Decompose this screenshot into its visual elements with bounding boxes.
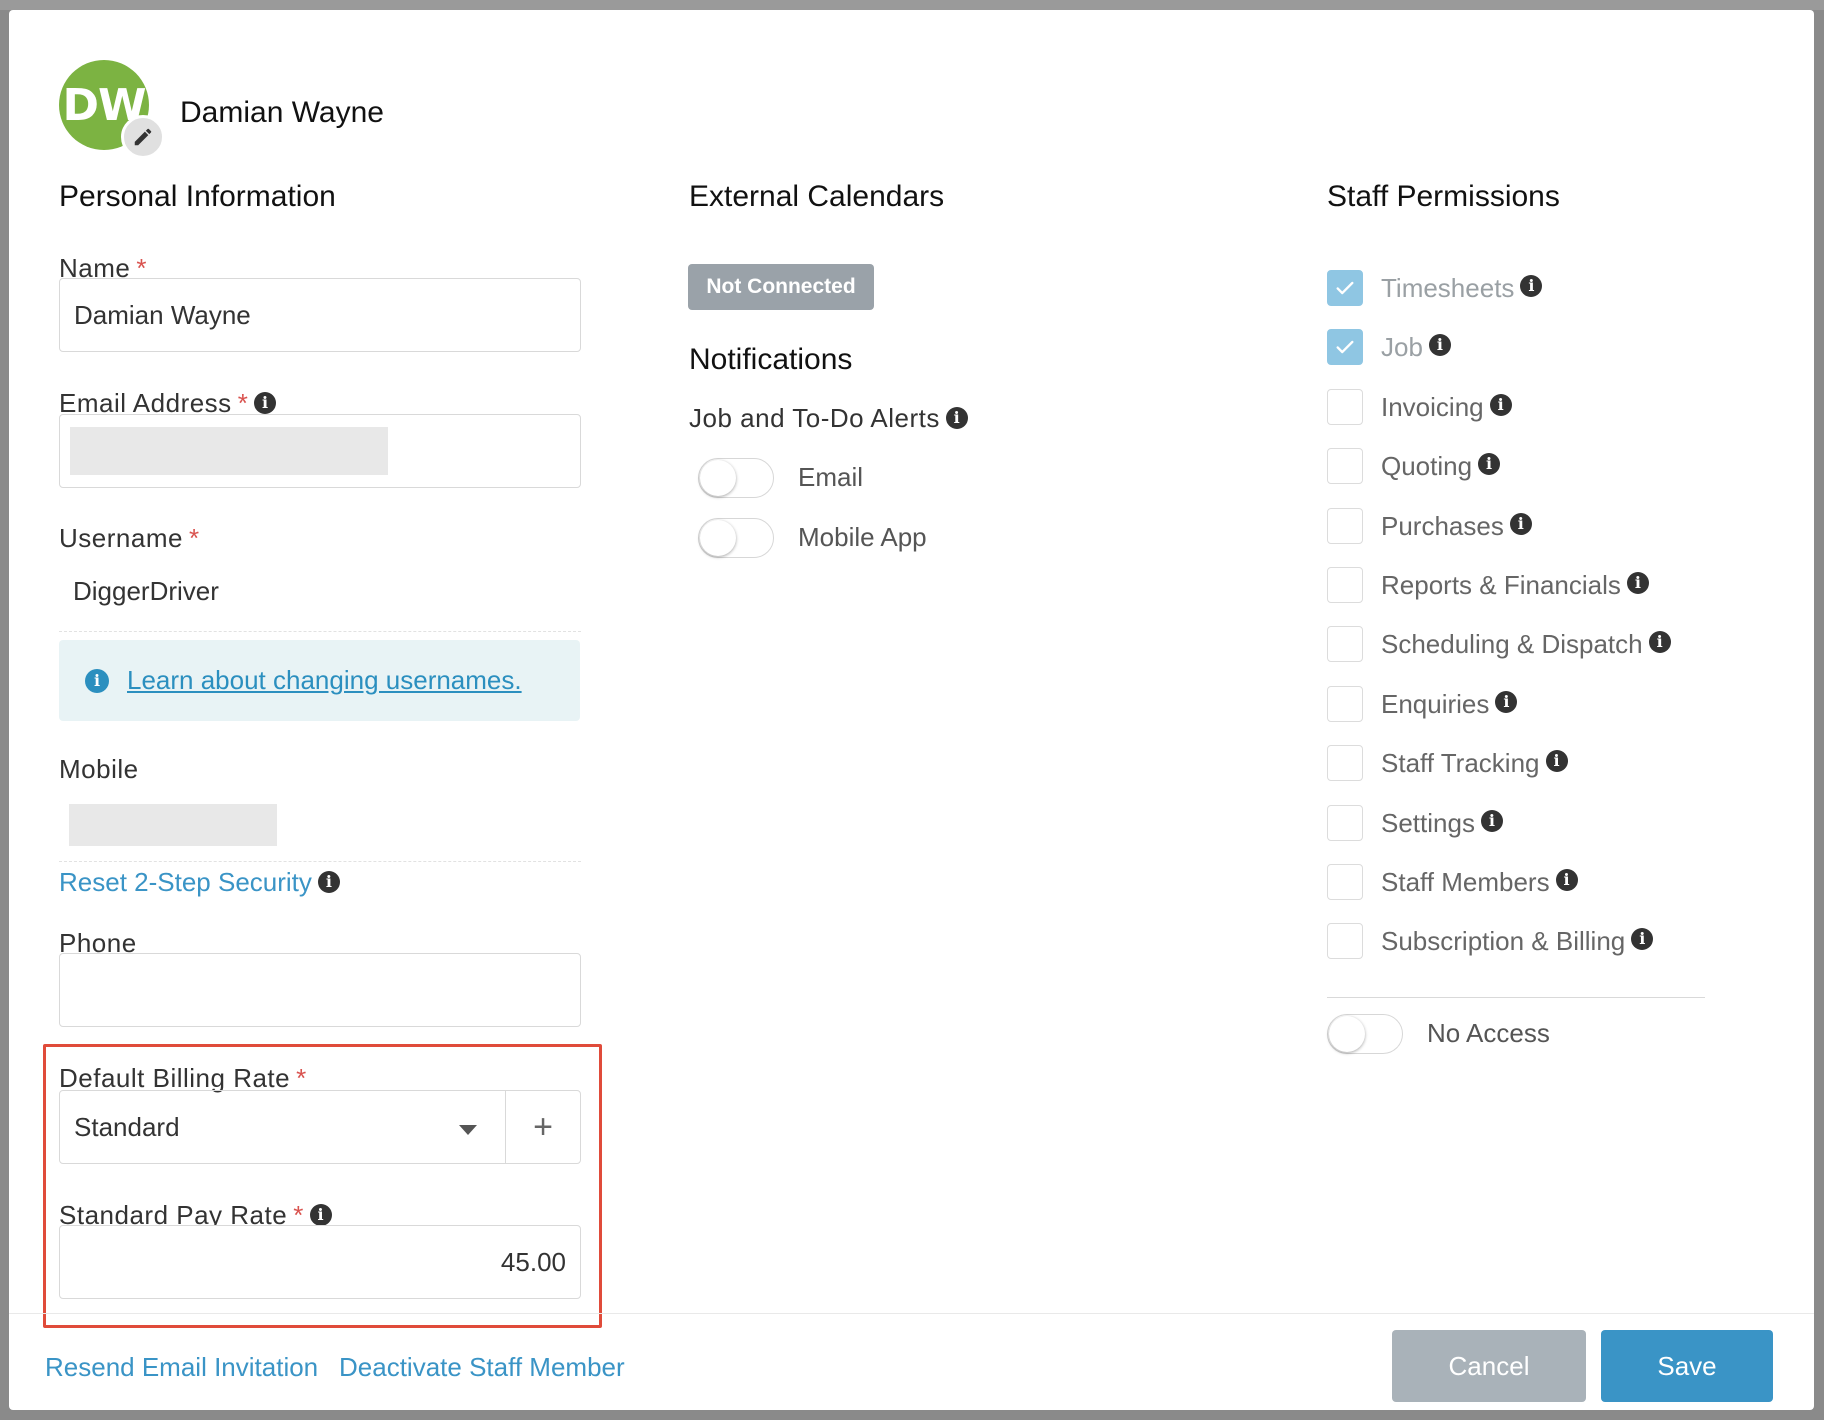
info-icon: i	[85, 668, 109, 693]
permission-item[interactable]: Invoicing i	[1327, 387, 1512, 427]
info-icon[interactable]: i	[1520, 275, 1543, 297]
resend-invitation-link[interactable]: Resend Email Invitation	[45, 1352, 318, 1383]
reset-security-link[interactable]: Reset 2-Step Security i	[59, 867, 340, 898]
info-icon[interactable]: i	[1555, 869, 1578, 891]
permission-item[interactable]: Staff Members i	[1327, 862, 1578, 902]
info-icon[interactable]: i	[1478, 453, 1501, 475]
permission-label: Purchases	[1381, 510, 1504, 541]
avatar-edit-button[interactable]	[121, 115, 165, 159]
permission-checkbox[interactable]	[1327, 389, 1363, 425]
info-icon[interactable]: i	[1626, 572, 1649, 594]
cancel-button[interactable]: Cancel	[1392, 1330, 1586, 1402]
permission-checkbox[interactable]	[1327, 508, 1363, 544]
highlight-box	[43, 1044, 602, 1328]
user-name: Damian Wayne	[180, 96, 384, 129]
external-calendars-title: External Calendars	[689, 180, 945, 213]
permission-label: Subscription & Billing	[1381, 925, 1626, 956]
permission-checkbox[interactable]	[1327, 745, 1363, 781]
info-icon[interactable]: i	[1428, 334, 1451, 356]
info-icon[interactable]: i	[1545, 750, 1568, 772]
permission-label: Settings	[1381, 807, 1475, 838]
info-icon[interactable]: i	[317, 871, 340, 894]
learn-usernames-link[interactable]: Learn about changing usernames.	[127, 665, 522, 696]
mobile-alerts-toggle[interactable]	[698, 518, 774, 558]
permission-label: Quoting	[1381, 450, 1473, 481]
notifications-title: Notifications	[689, 343, 853, 376]
permission-checkbox[interactable]	[1327, 448, 1363, 484]
footer-divider	[9, 1313, 1814, 1314]
email-alerts-label: Email	[798, 462, 864, 492]
permission-checkbox[interactable]	[1327, 329, 1363, 365]
info-icon[interactable]: i	[1489, 394, 1512, 416]
info-icon[interactable]: i	[1480, 810, 1503, 832]
info-icon[interactable]: i	[1509, 513, 1532, 535]
deactivate-staff-link[interactable]: Deactivate Staff Member	[339, 1352, 625, 1383]
email-alerts-toggle[interactable]	[698, 458, 774, 498]
username-label: Username *	[59, 523, 200, 553]
staff-permissions-title: Staff Permissions	[1327, 180, 1560, 213]
permission-checkbox[interactable]	[1327, 864, 1363, 900]
email-input[interactable]	[59, 414, 581, 488]
no-access-toggle[interactable]	[1327, 1014, 1403, 1054]
calendar-status-badge[interactable]: Not Connected	[688, 264, 874, 310]
permission-item[interactable]: Scheduling & Dispatch i	[1327, 624, 1671, 664]
save-button[interactable]: Save	[1601, 1330, 1773, 1402]
info-icon[interactable]: i	[254, 392, 277, 415]
info-icon[interactable]: i	[1495, 691, 1518, 713]
permission-item[interactable]: Timesheets i	[1327, 268, 1543, 308]
toggle-knob	[1329, 1016, 1365, 1052]
permission-label: Enquiries	[1381, 688, 1490, 719]
permission-label: Job	[1381, 331, 1423, 362]
phone-input[interactable]	[59, 953, 581, 1027]
username-help-box: i Learn about changing usernames.	[59, 640, 580, 721]
permission-checkbox[interactable]	[1327, 270, 1363, 306]
permission-item[interactable]: Purchases i	[1327, 506, 1532, 546]
toggle-knob	[700, 460, 736, 496]
background-app-strip	[0, 0, 1824, 10]
permission-item[interactable]: Staff Tracking i	[1327, 743, 1568, 783]
permission-checkbox[interactable]	[1327, 923, 1363, 959]
permission-label: Staff Members	[1381, 866, 1550, 897]
username-field: DiggerDriver	[59, 552, 581, 632]
personal-info-title: Personal Information	[59, 180, 336, 213]
info-icon[interactable]: i	[1648, 631, 1671, 653]
redacted-mobile-value	[69, 803, 277, 846]
permission-label: Staff Tracking	[1381, 747, 1540, 778]
permission-checkbox[interactable]	[1327, 567, 1363, 603]
permission-checkbox[interactable]	[1327, 805, 1363, 841]
permission-item[interactable]: Enquiries i	[1327, 684, 1518, 724]
permission-item[interactable]: Quoting i	[1327, 446, 1501, 486]
edit-staff-modal: DW Damian Wayne Personal Information Nam…	[9, 10, 1814, 1410]
divider	[1327, 997, 1705, 998]
permission-checkbox[interactable]	[1327, 626, 1363, 662]
permission-item[interactable]: Job i	[1327, 327, 1451, 367]
permission-item[interactable]: Settings i	[1327, 803, 1503, 843]
mobile-alerts-label: Mobile App	[798, 522, 927, 552]
no-access-label: No Access	[1427, 1018, 1550, 1048]
mobile-label: Mobile	[59, 754, 139, 784]
alerts-label: Job and To-Do Alerts i	[689, 403, 968, 434]
name-input-value: Damian Wayne	[74, 299, 251, 330]
info-icon[interactable]: i	[1631, 928, 1654, 950]
permission-label: Reports & Financials	[1381, 569, 1621, 600]
redacted-email-value	[70, 427, 388, 475]
check-icon	[1336, 340, 1354, 354]
permission-item[interactable]: Reports & Financials i	[1327, 565, 1649, 605]
check-icon	[1336, 281, 1354, 295]
name-input[interactable]: Damian Wayne	[59, 278, 581, 352]
mobile-field	[59, 788, 581, 862]
permission-checkbox[interactable]	[1327, 686, 1363, 722]
pencil-icon	[134, 128, 152, 146]
permission-label: Timesheets	[1381, 272, 1515, 303]
permission-label: Scheduling & Dispatch	[1381, 628, 1643, 659]
info-icon[interactable]: i	[945, 407, 968, 430]
permission-item[interactable]: Subscription & Billing i	[1327, 921, 1654, 961]
permission-label: Invoicing	[1381, 391, 1484, 422]
toggle-knob	[700, 520, 736, 556]
